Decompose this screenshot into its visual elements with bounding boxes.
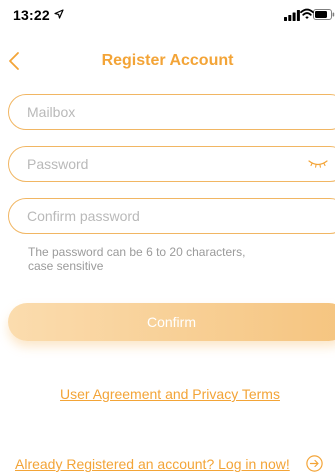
- password-hint-line1: The password can be 6 to 20 characters,: [28, 245, 246, 259]
- location-arrow-icon: [54, 9, 64, 19]
- password-hint: The password can be 6 to 20 characters, …: [28, 245, 318, 273]
- mailbox-field-container: [8, 94, 335, 130]
- password-field-container: [8, 146, 335, 182]
- confirm-password-field-container: [8, 198, 335, 234]
- wifi-icon: [300, 8, 314, 19]
- password-hint-line2: case sensitive: [28, 259, 104, 273]
- password-input[interactable]: [27, 147, 287, 181]
- confirm-button-label: Confirm: [146, 314, 196, 330]
- confirm-button[interactable]: Confirm: [8, 303, 335, 341]
- signal-icon: [284, 10, 300, 21]
- status-bar: 13:22: [0, 0, 335, 38]
- status-time: 13:22: [13, 7, 50, 23]
- battery-icon: [313, 9, 335, 20]
- user-agreement-link[interactable]: User Agreement and Privacy Terms: [0, 386, 335, 402]
- page-title: Register Account: [101, 52, 234, 69]
- login-link[interactable]: Already Registered an account? Log in no…: [15, 456, 290, 472]
- eye-closed-icon[interactable]: [307, 159, 329, 169]
- arrow-right-circle-icon[interactable]: [306, 455, 323, 472]
- mailbox-input[interactable]: [27, 95, 287, 129]
- confirm-password-input[interactable]: [27, 199, 287, 233]
